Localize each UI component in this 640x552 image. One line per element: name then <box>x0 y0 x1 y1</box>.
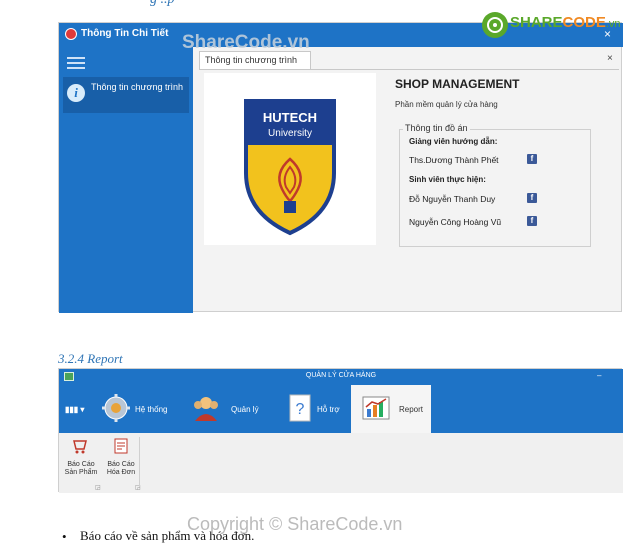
supervisor-heading: Giảng viên hướng dẫn: <box>409 137 498 146</box>
tab-system[interactable]: Hệ thống <box>97 385 177 433</box>
tab-label: Hệ thống <box>135 405 168 414</box>
users-icon <box>194 397 218 421</box>
tab-support[interactable]: ? Hỗ trợ <box>281 385 347 433</box>
product-report-button[interactable]: Báo Cáo Sản Phẩm <box>61 437 101 477</box>
gear-icon <box>102 394 130 422</box>
sharecode-logo <box>480 10 510 40</box>
report-chart-icon <box>362 396 390 420</box>
watermark-top: ShareCode.vn <box>182 32 310 53</box>
group-corner-icon[interactable]: ◲ <box>95 484 101 491</box>
student-name-2: Nguyễn Công Hoàng Vũ <box>409 217 502 227</box>
button-label: Báo Cáo Sản Phẩm <box>64 461 98 476</box>
shop-subtitle: Phần mềm quản lý cửa hàng <box>395 100 498 109</box>
logo-text-university: University <box>268 128 312 139</box>
ribbon-window: QUẢN LÝ CỬA HÀNG – ▮▮▮ ▾ Hệ thống Quản l… <box>58 368 623 493</box>
sidebar: i Thông tin chương trình <box>59 47 193 313</box>
partial-heading: g ..p <box>150 0 175 8</box>
project-info-group <box>399 129 591 247</box>
students-heading: Sinh viên thực hiện: <box>409 175 486 184</box>
ribbon-bar: ▮▮▮ ▾ Hệ thống Quản lý ? Hỗ trợ Report <box>59 385 623 433</box>
tab-report[interactable]: Report <box>351 385 431 433</box>
sidebar-item-label: Thông tin chương trình <box>91 82 183 92</box>
report-panel: Báo Cáo Sản Phẩm Báo Cáo Hóa Đơn ◲ ◲ <box>59 433 623 493</box>
logo-text-hutech: HUTECH <box>263 110 317 125</box>
window-title: QUẢN LÝ CỬA HÀNG <box>305 372 377 379</box>
product-report-icon <box>73 440 87 454</box>
section-heading: 3.2.4 Report <box>58 351 123 366</box>
tab-label: Quản lý <box>231 405 259 414</box>
info-icon: i <box>67 84 85 102</box>
watermark-bottom: Copyright © ShareCode.vn <box>187 514 403 534</box>
facebook-icon[interactable]: f <box>527 193 537 203</box>
invoice-report-button[interactable]: Báo Cáo Hóa Đơn <box>101 437 141 477</box>
help-icon: ? <box>289 394 311 422</box>
tab-label: Report <box>399 405 424 414</box>
supervisor-name: Ths.Dương Thành Phết <box>409 155 499 165</box>
sharecode-brand-text: SHARECODE.vn <box>510 14 621 31</box>
facebook-icon[interactable]: f <box>527 154 537 164</box>
sidebar-item-program-info[interactable]: i Thông tin chương trình <box>63 77 189 113</box>
button-label: Báo Cáo Hóa Đơn <box>106 461 136 476</box>
window-title: Thông Tin Chi Tiết <box>81 28 169 39</box>
hamburger-icon[interactable] <box>67 57 85 72</box>
hutech-logo: HUTECH University <box>204 73 376 245</box>
group-title: Thông tin đồ án <box>403 123 470 133</box>
app-menu-button[interactable]: ▮▮▮ ▾ <box>65 405 84 414</box>
shop-title: SHOP MANAGEMENT <box>395 77 520 91</box>
invoice-report-icon <box>114 438 128 454</box>
facebook-icon[interactable]: f <box>527 216 537 226</box>
svg-text:?: ? <box>296 401 305 418</box>
tab-close-icon[interactable]: × <box>607 53 613 64</box>
minimize-icon[interactable]: – <box>597 371 601 380</box>
tab-manage[interactable]: Quản lý <box>187 385 267 433</box>
info-window: Thông Tin Chi Tiết × i Thông tin chương … <box>58 22 623 313</box>
tab-label: Hỗ trợ <box>317 405 340 414</box>
window-titlebar: QUẢN LÝ CỬA HÀNG – <box>59 369 623 385</box>
app-icon <box>65 28 77 40</box>
bullet-marker: • <box>62 529 67 544</box>
student-name-1: Đỗ Nguyễn Thanh Duy <box>409 194 496 204</box>
